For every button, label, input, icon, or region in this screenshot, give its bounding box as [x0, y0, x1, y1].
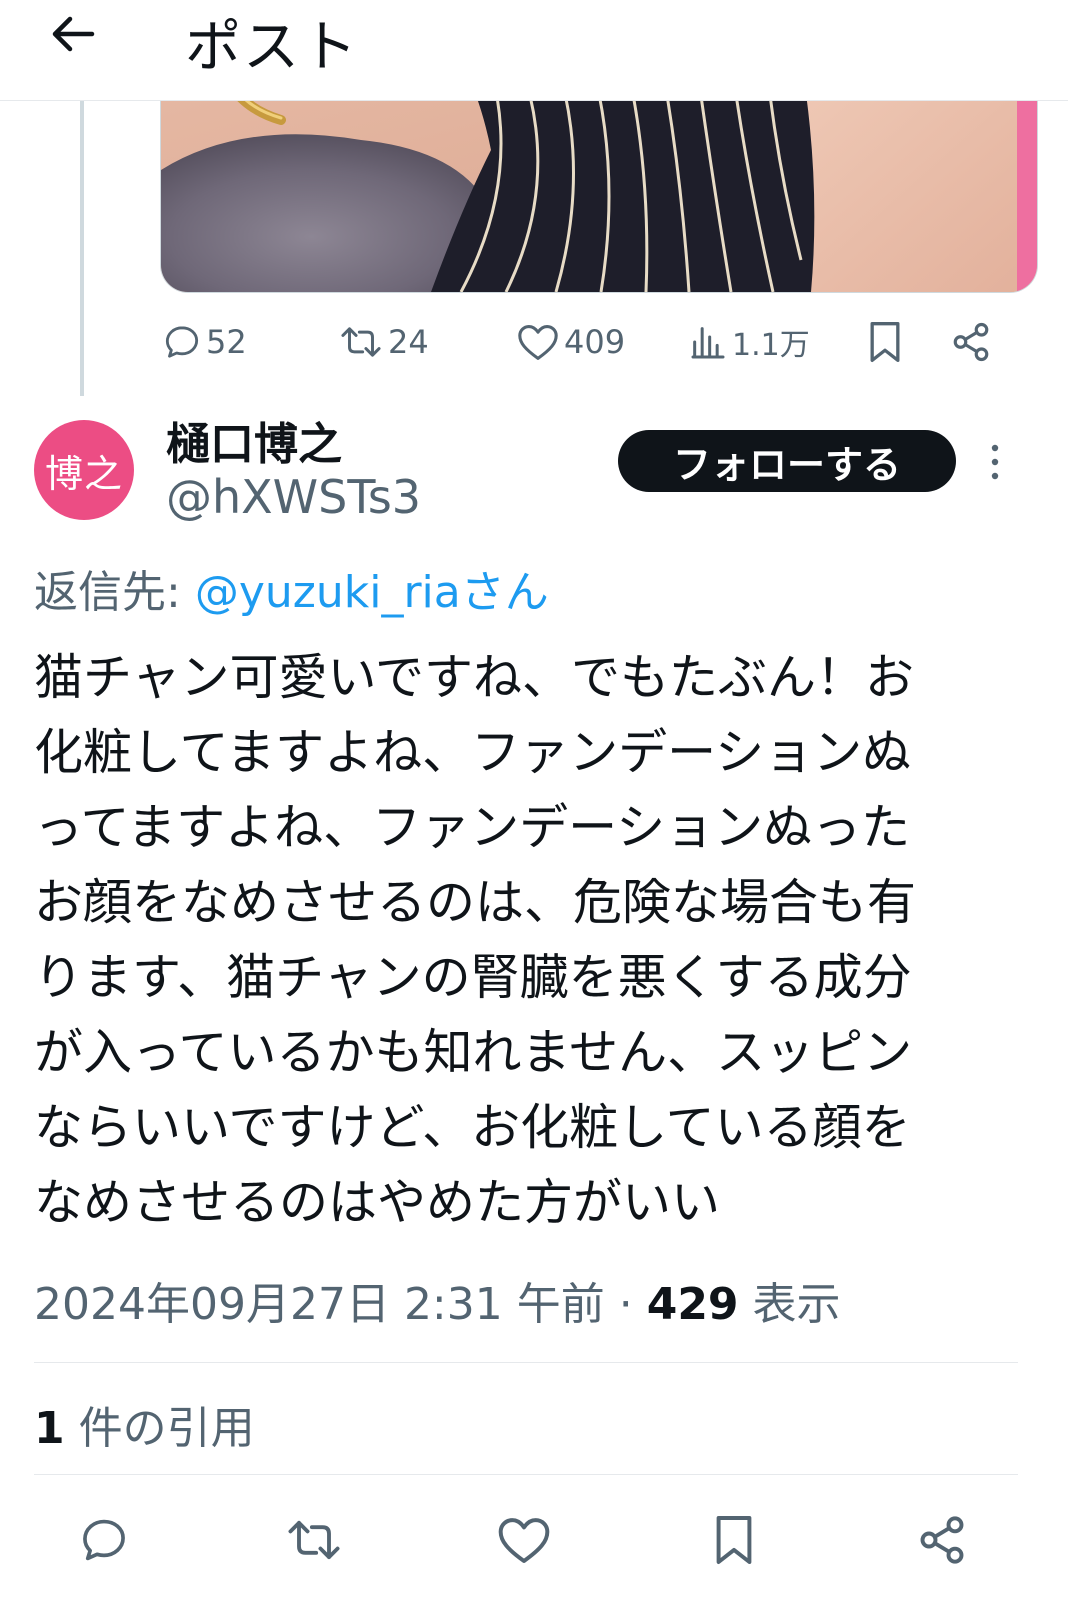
views-button[interactable]: 1.1万	[688, 312, 810, 372]
reply-to-line: 返信先: @yuzuki_riaさん	[34, 556, 549, 620]
like-button[interactable]	[496, 1500, 552, 1580]
post-text-line: ります、猫チャンの腎臓を悪くする成分	[34, 949, 912, 1006]
post-text-line: お顔をなめさせるのは、危険な場合も有	[34, 874, 917, 931]
parent-post-action-bar: 52 24 409 1.1万	[0, 312, 1068, 372]
reply-to-label: 返信先:	[34, 567, 181, 618]
post-text-line: ってますよね、ファンデーションぬった	[34, 799, 911, 856]
repost-icon	[288, 1520, 340, 1560]
share-button[interactable]	[916, 1500, 968, 1580]
bookmark-icon	[870, 322, 900, 362]
repost-button[interactable]	[284, 1500, 344, 1580]
reply-button[interactable]	[78, 1500, 130, 1580]
reply-button[interactable]: 52	[162, 312, 247, 372]
divider	[34, 1474, 1018, 1475]
bookmark-icon	[716, 1516, 752, 1564]
reply-to-mention-link[interactable]: @yuzuki_riaさん	[195, 567, 549, 618]
meta-separator: ·	[604, 1279, 647, 1330]
reply-icon	[83, 1519, 125, 1561]
reply-icon	[165, 326, 199, 358]
share-icon	[920, 1516, 964, 1564]
avatar[interactable]: 博之	[34, 420, 134, 520]
analytics-icon	[691, 327, 725, 359]
heart-icon	[498, 1518, 550, 1563]
heart-icon	[518, 325, 558, 360]
back-button[interactable]	[48, 10, 98, 60]
post-text-line: ならいいですけど、お化粧している顔を	[34, 1099, 911, 1156]
post-text: 猫チャン可愛いですね、でもたぶん！お 化粧してますよね、ファンデーションぬ って…	[34, 640, 1024, 1240]
post-text-line: 猫チャン可愛いですね、でもたぶん！お	[34, 649, 915, 706]
like-button[interactable]: 409	[516, 312, 625, 372]
post-text-line: が入っているかも知れません、スッピン	[34, 1024, 913, 1081]
post-views-label: 表示	[738, 1279, 841, 1330]
author-handle[interactable]: @hXWSTs3	[166, 470, 421, 524]
more-vertical-icon	[991, 444, 999, 480]
bookmark-button[interactable]	[866, 312, 904, 372]
post-timestamp[interactable]: 2024年09月27日 2:31 午前	[34, 1279, 605, 1330]
post-text-line: 化粧してますよね、ファンデーションぬ	[34, 724, 912, 781]
like-count: 409	[564, 323, 626, 361]
quotes-label: 件の引用	[64, 1403, 255, 1454]
views-count: 1.1万	[732, 328, 810, 363]
more-options-button[interactable]	[982, 440, 1008, 484]
page-title: ポスト	[185, 15, 359, 80]
quotes-count: 1	[34, 1403, 65, 1454]
repost-icon	[341, 327, 381, 357]
quotes-link[interactable]: 1 件の引用	[34, 1392, 255, 1456]
post-meta: 2024年09月27日 2:31 午前 · 429 表示	[34, 1268, 841, 1332]
divider	[34, 1362, 1018, 1363]
top-app-bar: ポスト	[0, 0, 1068, 101]
follow-button[interactable]: フォローする	[618, 430, 956, 492]
share-button[interactable]	[950, 312, 992, 372]
arrow-left-icon	[52, 16, 95, 52]
repost-count: 24	[388, 323, 429, 361]
repost-button[interactable]: 24	[338, 312, 429, 372]
bookmark-button[interactable]	[712, 1500, 756, 1580]
share-icon	[953, 322, 989, 362]
author-display-name[interactable]: 樋口博之	[166, 408, 342, 472]
post-text-line: なめさせるのはやめた方がいい	[34, 1174, 721, 1231]
reply-count: 52	[206, 323, 247, 361]
post-views-count: 429	[646, 1279, 739, 1330]
post-action-bar	[0, 1500, 1068, 1580]
